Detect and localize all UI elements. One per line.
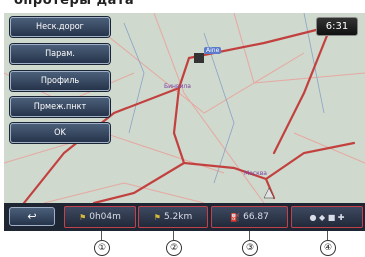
flag-icon: ⚑ [153, 212, 161, 222]
map-label-city1: Бинвила [164, 83, 191, 90]
menu-several-roads-button[interactable]: Неск.дорог [10, 17, 110, 37]
callout-row: ① ② ③ ④ [0, 231, 365, 257]
info-poi-icons[interactable]: ● ◆ ■ ✚ [291, 206, 363, 228]
menu-profile-button[interactable]: Профиль [10, 71, 110, 91]
callout-leader-2 [173, 231, 174, 240]
info-remaining-distance[interactable]: ⚑ 5.2km [138, 206, 208, 228]
flag-icon: ⚑ [79, 212, 87, 222]
callout-1: ① [94, 240, 110, 256]
back-button[interactable]: ↩ [9, 207, 55, 226]
return-arrow-icon: ↩ [27, 210, 37, 223]
info-remaining-time[interactable]: ⚑ 0h04m [64, 206, 136, 228]
map-label-start: Aine [204, 47, 222, 54]
top-text-fragment: опротеры дата [0, 0, 365, 13]
menu-waypoint-button[interactable]: Прмеж.пнкт [10, 97, 110, 117]
clock-display: 6:31 [316, 17, 358, 36]
callout-3: ③ [242, 240, 258, 256]
menu-ok-button[interactable]: OK [10, 123, 110, 143]
callout-leader-1 [101, 231, 102, 240]
callout-leader-4 [327, 231, 328, 240]
bottom-info-bar: ↩ ⚑ 0h04m ⚑ 5.2km ⛽ 66.87 ● ◆ ■ ✚ [4, 203, 365, 231]
callout-4: ④ [320, 240, 336, 256]
map-label-city2: Москва [244, 170, 267, 177]
navigation-screen: Aine Бинвила Москва Неск.дорог Парам. Пр… [4, 13, 365, 231]
callout-leader-3 [249, 231, 250, 240]
menu-settings-button[interactable]: Парам. [10, 44, 110, 64]
info-fuel[interactable]: ⛽ 66.87 [211, 206, 288, 228]
fuel-icon: ⛽ [230, 212, 241, 222]
callout-2: ② [166, 240, 182, 256]
poi-icons: ● ◆ ■ ✚ [309, 212, 345, 222]
